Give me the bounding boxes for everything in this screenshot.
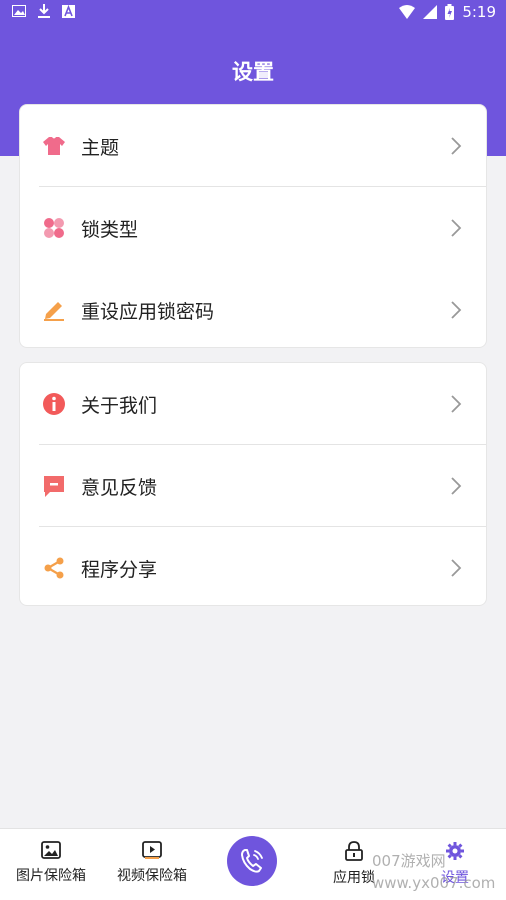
settings-item-label: 关于我们 [81, 395, 158, 417]
video-icon [142, 841, 162, 859]
petals-icon [44, 218, 64, 238]
settings-item-label: 主题 [81, 137, 120, 159]
info-icon [43, 393, 65, 415]
chevron-right-icon [451, 477, 462, 495]
image-icon [41, 841, 61, 859]
phone-icon [241, 849, 263, 873]
settings-card-1: 主题 锁类型 重设应用锁密码 [19, 104, 487, 348]
pencil-icon [44, 302, 64, 321]
page-title: 设置 [232, 60, 274, 84]
settings-item-label: 锁类型 [81, 219, 139, 241]
chevron-right-icon [451, 219, 462, 237]
settings-item-feedback[interactable]: 意见反馈 [20, 445, 486, 527]
settings-item-theme[interactable]: 主题 [20, 105, 486, 187]
settings-item-share[interactable]: 程序分享 [20, 527, 486, 609]
chevron-right-icon [451, 559, 462, 577]
tab-label: 视频保险箱 [117, 868, 187, 884]
lock-icon [345, 841, 363, 861]
settings-item-about-us[interactable]: 关于我们 [20, 363, 486, 445]
settings-item-label: 意见反馈 [81, 477, 158, 499]
download-notification-icon [38, 4, 50, 18]
status-time: 5:19 [462, 3, 496, 21]
share-icon [44, 557, 64, 579]
settings-card-2: 关于我们 意见反馈 程序分享 [19, 362, 487, 606]
battery-icon [445, 4, 455, 20]
settings-item-label: 程序分享 [81, 559, 158, 581]
call-button[interactable] [227, 836, 277, 886]
tab-image-vault[interactable]: 图片保险箱 [1, 841, 101, 885]
wifi-icon [399, 5, 416, 19]
image-notification-icon [12, 5, 26, 17]
settings-item-lock-type[interactable]: 锁类型 [20, 187, 486, 269]
feedback-icon [44, 476, 64, 497]
tab-label: 图片保险箱 [16, 868, 86, 884]
signal-icon [423, 5, 438, 19]
watermark: 007游戏网 www.yx007.com [372, 852, 496, 892]
settings-item-reset-password[interactable]: 重设应用锁密码 [20, 269, 486, 351]
chevron-right-icon [451, 395, 462, 413]
tab-video-vault[interactable]: 视频保险箱 [102, 841, 202, 885]
status-bar: 5:19 [0, 0, 506, 28]
app-notification-icon [62, 4, 75, 18]
chevron-right-icon [451, 137, 462, 155]
settings-item-label: 重设应用锁密码 [81, 301, 215, 323]
shirt-icon [43, 137, 65, 155]
chevron-right-icon [451, 301, 462, 319]
